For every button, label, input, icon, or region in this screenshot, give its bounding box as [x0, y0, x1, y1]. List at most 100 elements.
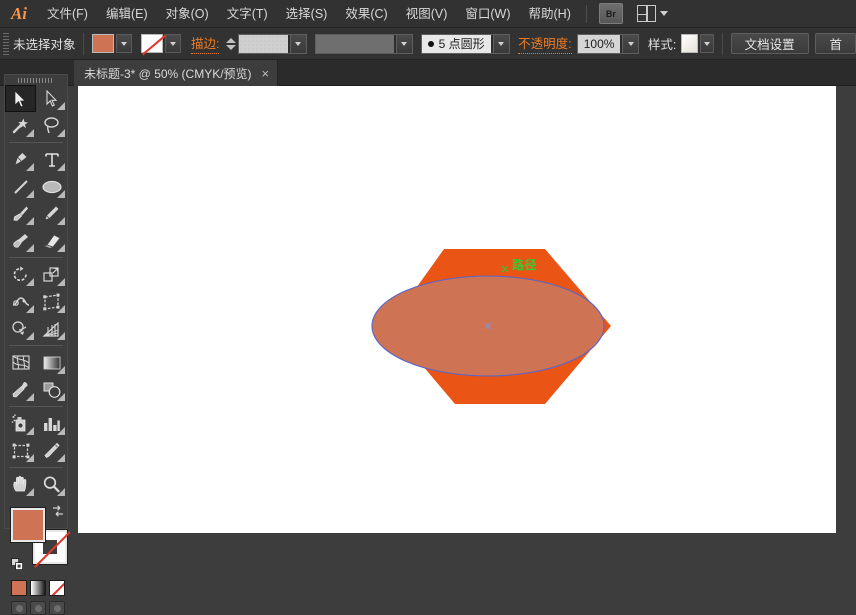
close-icon[interactable]: × — [262, 67, 270, 80]
document-tab[interactable]: 未标题-3* @ 50% (CMYK/预览) × — [74, 60, 279, 86]
color-mode-none-button[interactable] — [49, 580, 65, 596]
stroke-label-link[interactable]: 描边: — [190, 33, 220, 54]
width-tool[interactable] — [5, 288, 36, 315]
app-logo: Ai — [10, 3, 28, 23]
hand-tool[interactable] — [5, 471, 36, 498]
tools-panel-grip[interactable] — [5, 75, 67, 85]
graphic-style-dropdown[interactable] — [699, 34, 714, 53]
zoom-tool[interactable] — [36, 471, 67, 498]
brush-definition-combo[interactable]: 5 点圆形 — [420, 33, 510, 54]
arrange-documents-button[interactable] — [636, 5, 668, 22]
menu-effect[interactable]: 效果(C) — [336, 0, 396, 28]
tools-grid — [5, 85, 67, 498]
arrange-documents-icon — [636, 5, 656, 22]
direct-selection-tool[interactable] — [36, 85, 67, 112]
stepper-up-icon[interactable] — [226, 37, 237, 43]
menu-file[interactable]: 文件(F) — [38, 0, 97, 28]
artboard[interactable]: 路径 — [78, 86, 836, 533]
opacity-combo[interactable]: 100% — [576, 33, 640, 54]
artboard-tool[interactable] — [5, 437, 36, 464]
stroke-dropdown-button[interactable] — [164, 34, 181, 53]
blob-brush-tool[interactable] — [5, 227, 36, 254]
selection-tool[interactable] — [5, 85, 36, 112]
tool-divider — [9, 467, 63, 468]
lasso-tool[interactable] — [36, 112, 67, 139]
rotate-tool[interactable] — [5, 261, 36, 288]
line-segment-tool[interactable] — [5, 173, 36, 200]
free-transform-tool[interactable] — [36, 288, 67, 315]
scale-tool[interactable] — [36, 261, 67, 288]
divider — [83, 32, 85, 55]
blend-tool[interactable] — [36, 376, 67, 403]
screen-mode-normal-button[interactable] — [11, 601, 27, 615]
control-bar-grip[interactable] — [3, 32, 9, 55]
menu-window[interactable]: 窗口(W) — [456, 0, 519, 28]
swap-fill-stroke-icon[interactable] — [51, 504, 65, 518]
default-fill-stroke-icon[interactable] — [11, 558, 25, 572]
color-mode-color-button[interactable] — [11, 580, 27, 596]
brush-dot-icon — [427, 40, 434, 47]
stroke-color-control[interactable] — [140, 34, 181, 53]
brush-definition-dropdown[interactable] — [492, 34, 509, 53]
control-bar: 未选择对象 描边: 5 点圆形 不透明度: 100% 样式: 文档设置 首 — [0, 28, 856, 60]
stroke-profile-combo[interactable] — [315, 33, 413, 54]
opacity-dropdown[interactable] — [622, 34, 639, 53]
graphic-style-swatch[interactable] — [680, 34, 698, 53]
screen-mode-fullscreen-button[interactable] — [49, 601, 65, 615]
tool-divider — [9, 142, 63, 143]
menu-select[interactable]: 选择(S) — [277, 0, 337, 28]
mesh-tool[interactable] — [5, 349, 36, 376]
preferences-button[interactable]: 首 — [815, 33, 856, 54]
pen-tool[interactable] — [5, 146, 36, 173]
fill-swatch[interactable] — [92, 34, 115, 53]
divider — [721, 32, 723, 55]
opacity-label-link[interactable]: 不透明度: — [518, 33, 572, 54]
magic-wand-tool[interactable] — [5, 112, 36, 139]
screen-mode-fullscreen-menubar-button[interactable] — [30, 601, 46, 615]
stroke-swatch-none[interactable] — [140, 34, 163, 53]
eyedropper-tool[interactable] — [5, 376, 36, 403]
stroke-profile-value[interactable] — [316, 34, 394, 53]
tool-divider — [9, 345, 63, 346]
stroke-profile-dropdown[interactable] — [395, 34, 412, 53]
menu-object[interactable]: 对象(O) — [157, 0, 218, 28]
canvas-area[interactable]: 路径 — [70, 86, 856, 533]
menu-edit[interactable]: 编辑(E) — [97, 0, 157, 28]
gradient-tool[interactable] — [36, 349, 67, 376]
type-tool[interactable] — [36, 146, 67, 173]
stepper-down-icon[interactable] — [226, 44, 237, 50]
chevron-down-icon — [498, 41, 505, 46]
tool-divider — [9, 406, 63, 407]
fill-color-control[interactable] — [92, 34, 133, 53]
fill-dropdown-button[interactable] — [116, 34, 133, 53]
ellipse-tool[interactable] — [36, 173, 67, 200]
color-mode-row — [11, 580, 67, 596]
pencil-tool[interactable] — [36, 200, 67, 227]
menu-type[interactable]: 文字(T) — [218, 0, 277, 28]
stroke-weight-combo[interactable] — [238, 33, 307, 54]
slice-tool[interactable] — [36, 437, 67, 464]
column-graph-tool[interactable] — [36, 410, 67, 437]
symbol-sprayer-tool[interactable] — [5, 410, 36, 437]
toolbar-fill-swatch[interactable] — [11, 508, 45, 542]
stroke-weight-dropdown[interactable] — [289, 34, 306, 53]
eraser-tool[interactable] — [36, 227, 67, 254]
perspective-grid-tool[interactable] — [36, 315, 67, 342]
paintbrush-tool[interactable] — [5, 200, 36, 227]
bridge-icon[interactable]: Br — [598, 3, 623, 24]
fill-stroke-control — [11, 504, 74, 576]
chevron-down-icon — [703, 41, 710, 46]
stroke-weight-value[interactable] — [239, 34, 288, 53]
stroke-weight-stepper[interactable] — [226, 37, 237, 50]
screen-mode-dot-icon — [34, 604, 42, 612]
chevron-down-icon — [627, 41, 634, 46]
screen-mode-dot-icon — [53, 604, 61, 612]
menu-view[interactable]: 视图(V) — [397, 0, 457, 28]
opacity-value[interactable]: 100% — [577, 34, 621, 53]
document-setup-button[interactable]: 文档设置 — [730, 33, 809, 54]
selection-status: 未选择对象 — [12, 38, 76, 52]
color-mode-gradient-button[interactable] — [30, 580, 46, 596]
shape-builder-tool[interactable] — [5, 315, 36, 342]
menu-help[interactable]: 帮助(H) — [520, 0, 580, 28]
brush-definition-value[interactable]: 5 点圆形 — [421, 34, 491, 53]
